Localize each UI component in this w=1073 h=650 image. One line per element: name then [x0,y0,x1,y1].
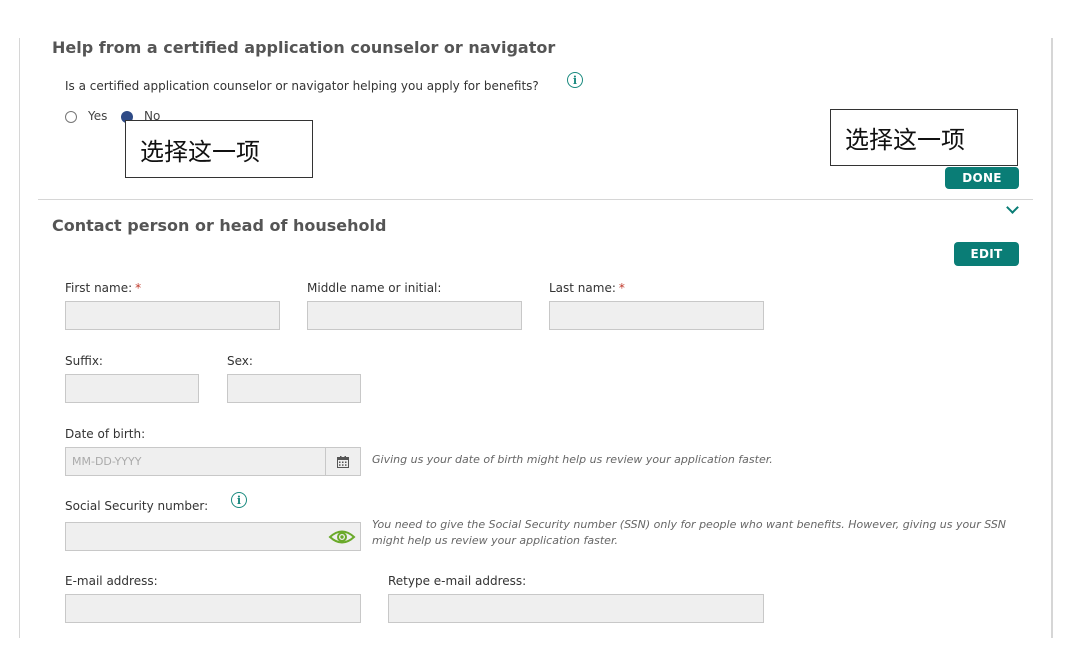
first-name-input[interactable] [65,301,280,330]
ssn-help-text: You need to give the Social Security num… [372,518,1007,547]
eye-icon[interactable] [328,529,356,545]
suffix-select[interactable] [65,374,199,403]
calendar-button[interactable] [325,447,361,476]
section-divider [38,199,1033,200]
ssn-label: Social Security number: [65,499,209,513]
sex-select[interactable] [227,374,361,403]
last-name-input[interactable] [549,301,764,330]
sex-label: Sex: [227,354,253,368]
retype-email-label: Retype e-mail address: [388,574,527,588]
panel-left-border [19,38,20,638]
middle-name-label: Middle name or initial: [307,281,442,295]
chevron-down-icon[interactable] [1006,201,1019,214]
dob-label: Date of birth: [65,427,146,441]
annotation-box: 选择这一项 [830,109,1018,166]
retype-email-input[interactable] [388,594,764,623]
info-icon[interactable]: i [231,492,247,508]
done-button[interactable]: DONE [945,167,1019,189]
first-name-label: First name: * [65,281,142,295]
radio-yes[interactable] [65,111,77,123]
counselor-question: Is a certified application counselor or … [65,79,539,93]
counselor-section-title: Help from a certified application counse… [52,38,556,57]
email-input[interactable] [65,594,361,623]
panel-right-border [1051,38,1053,638]
middle-name-input[interactable] [307,301,522,330]
radio-yes-label[interactable]: Yes [88,109,107,123]
dob-input[interactable]: MM-DD-YYYY [65,447,326,476]
last-name-label: Last name: * [549,281,625,295]
required-marker: * [618,281,625,295]
suffix-label: Suffix: [65,354,103,368]
required-marker: * [135,281,142,295]
dob-help-text: Giving us your date of birth might help … [372,453,773,466]
calendar-icon [337,455,349,468]
edit-button[interactable]: EDIT [954,242,1019,266]
ssn-input[interactable] [65,522,361,551]
contact-section-title: Contact person or head of household [52,216,387,235]
email-label: E-mail address: [65,574,158,588]
info-icon[interactable]: i [567,72,583,88]
annotation-box: 选择这一项 [125,120,313,178]
